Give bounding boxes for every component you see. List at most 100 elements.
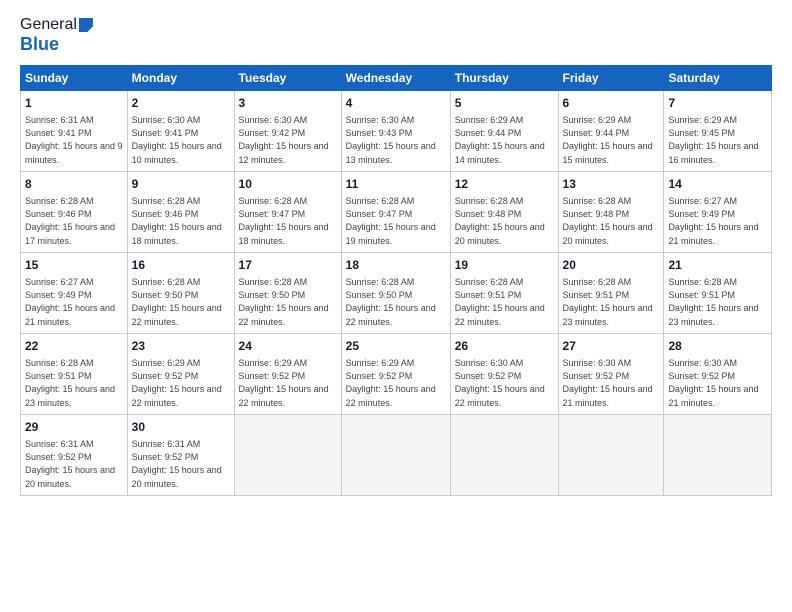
day-number: 5: [455, 95, 554, 112]
table-row: [341, 414, 450, 495]
table-row: 13 Sunrise: 6:28 AMSunset: 9:48 PMDayligh…: [558, 171, 664, 252]
table-row: 14 Sunrise: 6:27 AMSunset: 9:49 PMDayligh…: [664, 171, 772, 252]
table-row: [558, 414, 664, 495]
day-info: Sunrise: 6:28 AMSunset: 9:51 PMDaylight:…: [455, 277, 545, 327]
col-thursday: Thursday: [450, 66, 558, 91]
table-row: 10Sunrise: 6:28 AMSunset: 9:47 PMDayligh…: [234, 171, 341, 252]
day-number: 28: [668, 338, 767, 355]
day-number: 18: [346, 257, 446, 274]
table-row: 22 Sunrise: 6:28 AMSunset: 9:51 PMDayligh…: [21, 333, 128, 414]
day-number: 10: [239, 176, 337, 193]
page-header: General Blue: [20, 16, 772, 55]
logo-general: General: [20, 16, 77, 34]
calendar-week-5: 29 Sunrise: 6:31 AMSunset: 9:52 PMDayligh…: [21, 414, 772, 495]
day-number: 7: [668, 95, 767, 112]
col-sunday: Sunday: [21, 66, 128, 91]
calendar-table: Sunday Monday Tuesday Wednesday Thursday…: [20, 65, 772, 496]
logo-blue-text: Blue: [20, 34, 59, 55]
table-row: 18 Sunrise: 6:28 AMSunset: 9:50 PMDayligh…: [341, 252, 450, 333]
day-info: Sunrise: 6:28 AMSunset: 9:46 PMDaylight:…: [25, 196, 115, 246]
table-row: 7 Sunrise: 6:29 AMSunset: 9:45 PMDaylight…: [664, 91, 772, 172]
table-row: [664, 414, 772, 495]
day-number: 13: [563, 176, 660, 193]
table-row: [234, 414, 341, 495]
table-row: 17 Sunrise: 6:28 AMSunset: 9:50 PMDayligh…: [234, 252, 341, 333]
day-info: Sunrise: 6:28 AMSunset: 9:50 PMDaylight:…: [346, 277, 436, 327]
day-number: 4: [346, 95, 446, 112]
day-number: 20: [563, 257, 660, 274]
col-friday: Friday: [558, 66, 664, 91]
day-number: 14: [668, 176, 767, 193]
col-saturday: Saturday: [664, 66, 772, 91]
table-row: 16 Sunrise: 6:28 AMSunset: 9:50 PMDayligh…: [127, 252, 234, 333]
table-row: 30Sunrise: 6:31 AMSunset: 9:52 PMDayligh…: [127, 414, 234, 495]
day-number: 27: [563, 338, 660, 355]
table-row: 6 Sunrise: 6:29 AMSunset: 9:44 PMDaylight…: [558, 91, 664, 172]
logo-icon: [79, 18, 93, 32]
day-info: Sunrise: 6:28 AMSunset: 9:50 PMDaylight:…: [239, 277, 329, 327]
calendar-week-4: 22 Sunrise: 6:28 AMSunset: 9:51 PMDayligh…: [21, 333, 772, 414]
day-info: Sunrise: 6:27 AMSunset: 9:49 PMDaylight:…: [25, 277, 115, 327]
day-number: 8: [25, 176, 123, 193]
calendar-week-3: 15 Sunrise: 6:27 AMSunset: 9:49 PMDayligh…: [21, 252, 772, 333]
table-row: 15 Sunrise: 6:27 AMSunset: 9:49 PMDayligh…: [21, 252, 128, 333]
day-info: Sunrise: 6:29 AMSunset: 9:52 PMDaylight:…: [132, 358, 222, 408]
day-info: Sunrise: 6:29 AMSunset: 9:44 PMDaylight:…: [563, 115, 653, 165]
day-info: Sunrise: 6:29 AMSunset: 9:44 PMDaylight:…: [455, 115, 545, 165]
day-info: Sunrise: 6:28 AMSunset: 9:50 PMDaylight:…: [132, 277, 222, 327]
day-number: 9: [132, 176, 230, 193]
table-row: 9 Sunrise: 6:28 AMSunset: 9:46 PMDaylight…: [127, 171, 234, 252]
table-row: 3Sunrise: 6:30 AMSunset: 9:42 PMDaylight…: [234, 91, 341, 172]
day-info: Sunrise: 6:28 AMSunset: 9:51 PMDaylight:…: [25, 358, 115, 408]
day-number: 6: [563, 95, 660, 112]
day-number: 2: [132, 95, 230, 112]
table-row: 8 Sunrise: 6:28 AMSunset: 9:46 PMDaylight…: [21, 171, 128, 252]
day-info: Sunrise: 6:31 AMSunset: 9:52 PMDaylight:…: [132, 439, 222, 489]
day-info: Sunrise: 6:31 AMSunset: 9:41 PMDaylight:…: [25, 115, 123, 165]
day-info: Sunrise: 6:28 AMSunset: 9:51 PMDaylight:…: [563, 277, 653, 327]
table-row: 19 Sunrise: 6:28 AMSunset: 9:51 PMDayligh…: [450, 252, 558, 333]
col-monday: Monday: [127, 66, 234, 91]
table-row: 23Sunrise: 6:29 AMSunset: 9:52 PMDayligh…: [127, 333, 234, 414]
col-tuesday: Tuesday: [234, 66, 341, 91]
day-info: Sunrise: 6:30 AMSunset: 9:52 PMDaylight:…: [455, 358, 545, 408]
day-info: Sunrise: 6:31 AMSunset: 9:52 PMDaylight:…: [25, 439, 115, 489]
table-row: 25Sunrise: 6:29 AMSunset: 9:52 PMDayligh…: [341, 333, 450, 414]
calendar-week-2: 8 Sunrise: 6:28 AMSunset: 9:46 PMDaylight…: [21, 171, 772, 252]
table-row: 28 Sunrise: 6:30 AMSunset: 9:52 PMDayligh…: [664, 333, 772, 414]
day-info: Sunrise: 6:29 AMSunset: 9:45 PMDaylight:…: [668, 115, 758, 165]
table-row: 4Sunrise: 6:30 AMSunset: 9:43 PMDaylight…: [341, 91, 450, 172]
table-row: 5 Sunrise: 6:29 AMSunset: 9:44 PMDaylight…: [450, 91, 558, 172]
table-row: 12Sunrise: 6:28 AMSunset: 9:48 PMDayligh…: [450, 171, 558, 252]
table-row: 20 Sunrise: 6:28 AMSunset: 9:51 PMDayligh…: [558, 252, 664, 333]
day-info: Sunrise: 6:28 AMSunset: 9:46 PMDaylight:…: [132, 196, 222, 246]
day-info: Sunrise: 6:30 AMSunset: 9:52 PMDaylight:…: [668, 358, 758, 408]
table-row: 26Sunrise: 6:30 AMSunset: 9:52 PMDayligh…: [450, 333, 558, 414]
day-number: 29: [25, 419, 123, 436]
day-info: Sunrise: 6:29 AMSunset: 9:52 PMDaylight:…: [346, 358, 436, 408]
table-row: 29 Sunrise: 6:31 AMSunset: 9:52 PMDayligh…: [21, 414, 128, 495]
day-number: 16: [132, 257, 230, 274]
day-number: 15: [25, 257, 123, 274]
table-row: 2Sunrise: 6:30 AMSunset: 9:41 PMDaylight…: [127, 91, 234, 172]
day-info: Sunrise: 6:28 AMSunset: 9:48 PMDaylight:…: [563, 196, 653, 246]
day-info: Sunrise: 6:27 AMSunset: 9:49 PMDaylight:…: [668, 196, 758, 246]
day-number: 1: [25, 95, 123, 112]
table-row: 27 Sunrise: 6:30 AMSunset: 9:52 PMDayligh…: [558, 333, 664, 414]
day-info: Sunrise: 6:28 AMSunset: 9:51 PMDaylight:…: [668, 277, 758, 327]
day-number: 22: [25, 338, 123, 355]
day-number: 17: [239, 257, 337, 274]
day-info: Sunrise: 6:30 AMSunset: 9:52 PMDaylight:…: [563, 358, 653, 408]
day-info: Sunrise: 6:30 AMSunset: 9:42 PMDaylight:…: [239, 115, 329, 165]
calendar-week-1: 1 Sunrise: 6:31 AMSunset: 9:41 PMDaylight…: [21, 91, 772, 172]
table-row: 21Sunrise: 6:28 AMSunset: 9:51 PMDayligh…: [664, 252, 772, 333]
day-number: 19: [455, 257, 554, 274]
day-number: 12: [455, 176, 554, 193]
day-number: 11: [346, 176, 446, 193]
table-row: 24Sunrise: 6:29 AMSunset: 9:52 PMDayligh…: [234, 333, 341, 414]
calendar-header-row: Sunday Monday Tuesday Wednesday Thursday…: [21, 66, 772, 91]
day-info: Sunrise: 6:28 AMSunset: 9:47 PMDaylight:…: [346, 196, 436, 246]
table-row: 1 Sunrise: 6:31 AMSunset: 9:41 PMDaylight…: [21, 91, 128, 172]
logo: General Blue: [20, 16, 93, 55]
table-row: [450, 414, 558, 495]
